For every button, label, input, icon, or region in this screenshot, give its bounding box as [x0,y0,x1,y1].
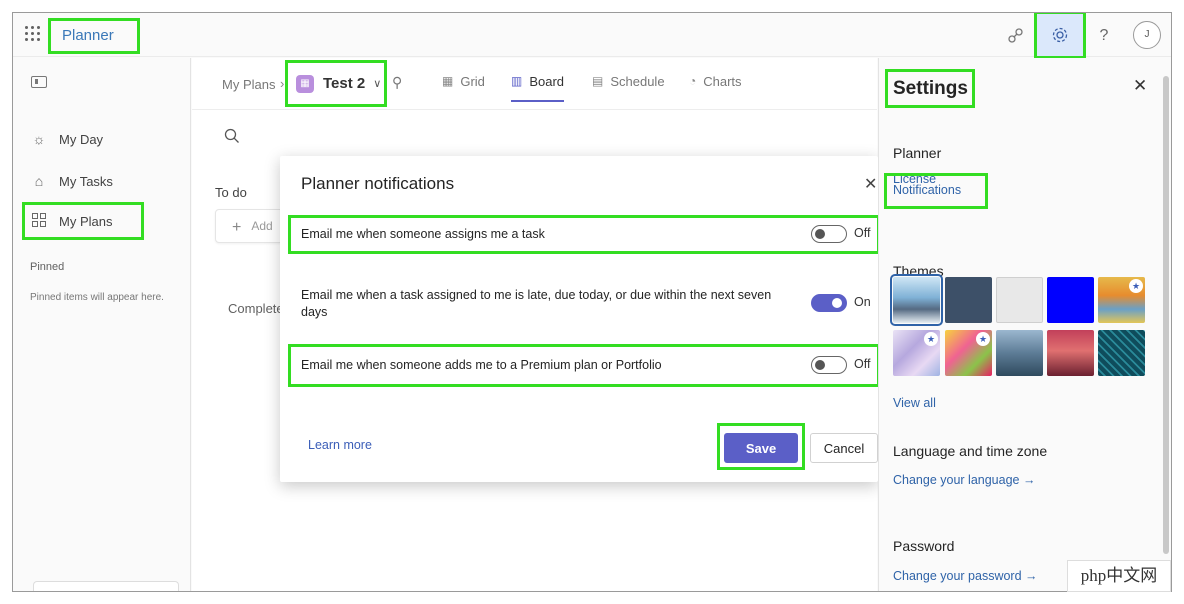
add-task-button[interactable]: + Add [215,209,285,243]
home-task-icon: ⌂ [34,173,44,189]
theme-palms[interactable] [1047,330,1094,376]
planner-heading: Planner [893,145,942,161]
plan-icon: ▦ [296,74,314,93]
plus-icon: + [232,219,242,236]
left-nav: ☼ My Day ⌂ My Tasks My Plans Pinned Pinn… [13,58,191,591]
completed-section[interactable]: Complete [228,301,284,316]
pinned-heading: Pinned [30,261,65,273]
nav-item-my-plans[interactable]: My Plans [22,202,144,240]
calendar-icon: ▤ [592,74,604,88]
premium-star-icon: ★ [924,332,938,346]
change-password-link[interactable]: Change your password → [893,569,1038,583]
notification-row-assigned: Email me when someone assigns me a task … [288,215,880,254]
notifications-link[interactable]: Notifications [884,173,988,209]
collapse-nav-icon[interactable] [31,76,47,88]
tab-schedule[interactable]: ▤ Schedule [592,74,665,102]
theme-light-gray[interactable] [996,277,1043,323]
grid-icon: ▦ [442,74,454,88]
plan-header: My Plans › ▦ Test 2 ∨ ⚲ ▦ Grid ▥ Board ▤… [192,58,877,110]
plan-selector[interactable]: ▦ Test 2 ∨ [285,60,387,107]
chart-icon: ◔ [689,74,697,88]
premium-star-icon: ★ [976,332,990,346]
chevron-down-icon: ∨ [373,78,382,90]
tab-charts[interactable]: ◔ Charts [689,74,742,102]
theme-mountain[interactable] [890,274,943,326]
breadcrumb-chevron-icon: › [280,76,285,91]
notifications-dialog: Planner notifications ✕ Email me when so… [280,156,880,482]
search-icon[interactable] [224,128,240,149]
bucket-title: To do [215,185,247,200]
theme-sunset-stripes[interactable]: ★ [1098,277,1145,323]
board-icon: ▥ [511,74,523,88]
premium-star-icon: ★ [1129,279,1143,293]
settings-panel: Settings ✕ Planner License Notifications… [878,58,1171,591]
sun-icon: ☼ [32,131,46,147]
toggle-assigned[interactable] [811,225,847,243]
notification-row-premium: Email me when someone adds me to a Premi… [288,344,880,387]
tab-grid[interactable]: ▦ Grid [442,74,485,102]
notification-row-late: Email me when a task assigned to me is l… [301,288,871,319]
app-window: Planner ? J ☼ My Day ⌂ My Tasks My Plans… [12,12,1172,592]
toggle-late[interactable] [811,294,847,312]
app-launcher-icon[interactable] [25,26,41,42]
top-bar: Planner ? J [13,13,1171,59]
theme-floral[interactable]: ★ [945,330,992,376]
settings-scrollbar[interactable] [1163,76,1169,554]
nav-item-my-day[interactable]: ☼ My Day [25,123,141,155]
password-heading: Password [893,538,955,554]
pinned-empty-text: Pinned items will appear here. [30,292,164,303]
watermark-logo: php中文网 [1067,560,1171,592]
share-icon[interactable] [1001,21,1031,51]
tab-board[interactable]: ▥ Board [511,74,565,102]
plan-name: Test 2 [323,75,366,92]
grid-plans-icon [25,212,53,230]
avatar[interactable]: J [1133,21,1161,49]
dialog-title: Planner notifications [301,174,455,193]
close-icon[interactable]: ✕ [864,174,877,194]
theme-blue[interactable] [1047,277,1094,323]
theme-lavender[interactable]: ★ [893,330,940,376]
pin-icon[interactable]: ⚲ [392,74,402,91]
gear-icon[interactable] [1034,13,1086,59]
cancel-button[interactable]: Cancel [810,433,878,463]
change-language-link[interactable]: Change your language → [893,473,1035,487]
theme-dark-blue[interactable] [945,277,992,323]
theme-coast[interactable] [996,330,1043,376]
breadcrumb-my-plans[interactable]: My Plans [222,77,275,92]
theme-circuit[interactable] [1098,330,1145,376]
view-all-themes-link[interactable]: View all [893,396,936,410]
nav-footer [33,581,179,591]
app-title[interactable]: Planner [48,18,140,54]
settings-title: Settings [885,69,975,108]
toggle-premium[interactable] [811,356,847,374]
nav-item-my-tasks[interactable]: ⌂ My Tasks [25,165,141,197]
help-icon[interactable]: ? [1089,21,1119,51]
settings-close-icon[interactable]: ✕ [1133,76,1147,96]
save-button[interactable]: Save [724,433,798,463]
language-heading: Language and time zone [893,443,1048,459]
learn-more-link[interactable]: Learn more [308,438,372,452]
